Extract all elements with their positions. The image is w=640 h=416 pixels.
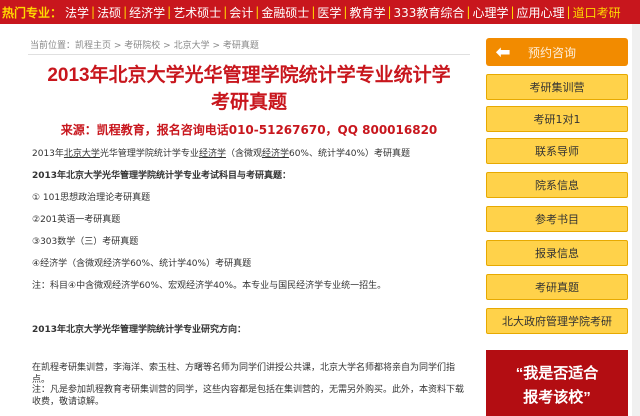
topnav-item-jm[interactable]: 法硕 [97,4,121,21]
breadcrumb-pku[interactable]: 北京大学 [174,41,210,51]
page-title: 2013年北京大学光华管理学院统计学专业统计学 考研真题 [47,65,451,113]
promo-banner[interactable]: “我是否适合 报考该校” [486,350,628,416]
paragraph: 注：凡是参加凯程教育考研集训营的同学，这些内容都是包括在集训营的，无需另外购买。… [32,385,465,407]
sidebar-item-admission-info[interactable]: 报录信息 [486,240,628,266]
breadcrumb-exams[interactable]: 考研真题 [223,41,259,51]
direction-heading: 2013年北京大学光华管理学院统计学专业研究方向： [32,325,247,335]
top-nav-bar: 热门专业： 法学 | 法硕 | 经济学 | 艺术硕士 | 会计 | 金融硕士 | 医学 | 教… [0,0,640,24]
topnav-item-daokou[interactable]: 道口考研 [573,4,621,21]
subject-item: ④经济学（含微观经济学60%、统计学40%）考研真题 [32,259,252,269]
breadcrumb-schools[interactable]: 考研院校 [124,41,160,51]
hot-majors-label: 热门专业： [2,5,63,20]
article-source: 来源：凯程教育，报名咨询电话010-51267670，QQ 800016820 [60,123,438,137]
sidebar-item-contact-tutor[interactable]: 联系导师 [486,138,628,164]
breadcrumb-prefix: 当前位置： [30,41,76,51]
topnav-item-medicine[interactable]: 医学 [317,4,341,21]
breadcrumb: 当前位置：凯程主页 > 考研院校 > 北京大学 > 考研真题 [30,41,259,51]
pku-link[interactable]: 北京大学 [64,149,100,159]
subject-item: ②201英语一考研真题 [32,215,121,225]
economics-link-2[interactable]: 经济学 [262,149,289,159]
topnav-item-education[interactable]: 教育学 [349,4,385,21]
subject-item: ③303数学（三）考研真题 [32,237,139,247]
topnav-item-333[interactable]: 333教育综合 [394,4,465,21]
sidebar-item-exam-papers[interactable]: 考研真题 [486,274,628,300]
consult-button[interactable]: ⬅ 预约咨询 [486,38,628,66]
sidebar-item-one-on-one[interactable]: 考研1对1 [486,106,628,132]
sidebar-item-department-info[interactable]: 院系信息 [486,172,628,198]
subjects-heading: 2013年北京大学光华管理学院统计学专业考试科目与考研真题： [32,171,292,181]
intro-line: 2013年北京大学光华管理学院统计学专业经济学（含微观经济学60%、统计学40%… [32,149,410,159]
topnav-item-applied-psych[interactable]: 应用心理 [517,4,565,21]
divider [28,54,470,55]
topnav-item-finance[interactable]: 金融硕士 [261,4,309,21]
subject-item: ① 101思想政治理论考研真题 [32,193,151,203]
topnav-item-economics[interactable]: 经济学 [129,4,165,21]
topnav-item-mfa[interactable]: 艺术硕士 [173,4,221,21]
paragraph: 在凯程考研集训营，李海洋、索玉柱、方曙等名师为同学们讲授公共课，北京大学名师都将… [32,363,456,385]
topnav-item-accounting[interactable]: 会计 [229,4,253,21]
breadcrumb-home[interactable]: 凯程主页 [75,41,111,51]
sidebar-item-bootcamp[interactable]: 考研集训营 [486,74,628,100]
sidebar-item-reference-books[interactable]: 参考书目 [486,206,628,232]
topnav-item-psychology[interactable]: 心理学 [472,4,508,21]
note-line: 注：科目④中含微观经济学60%、宏观经济学40%。本专业与国民经济学专业统一招生… [32,281,387,291]
economics-link[interactable]: 经济学 [199,149,226,159]
topnav-item-law[interactable]: 法学 [65,4,89,21]
sidebar-item-pku-gov-school[interactable]: 北大政府管理学院考研 [486,308,628,334]
scrollbar[interactable] [632,24,640,416]
back-arrow-icon: ⬅ [495,41,511,63]
